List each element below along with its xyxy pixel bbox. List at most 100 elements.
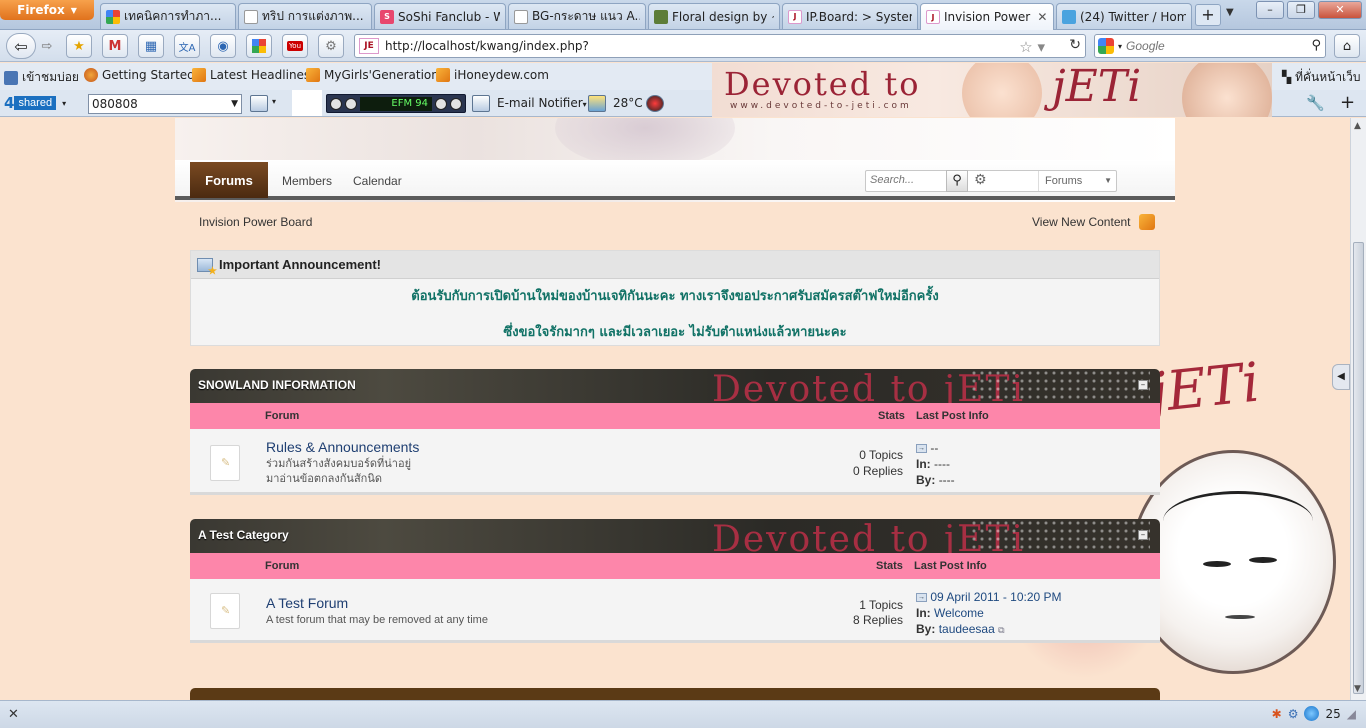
view-new-content-link[interactable]: View New Content	[1032, 215, 1131, 229]
radio-player[interactable]: EFM 94	[326, 94, 466, 113]
radio-stop-icon[interactable]	[450, 97, 462, 110]
bookmarks-menu[interactable]: ▚ ที่คั่นหน้าเว็บ	[1282, 68, 1361, 87]
search-bar[interactable]: ▾ ⚲	[1094, 34, 1326, 58]
tab-8[interactable]: (24) Twitter / Home	[1056, 3, 1192, 29]
bookmark-item-mygirls[interactable]: MyGirls'Generation	[306, 68, 439, 82]
bookmark-item-most-visited[interactable]: เข้าชมบ่อย	[4, 68, 79, 87]
tab-2[interactable]: ทริป การแต่งภาพ...	[238, 3, 372, 29]
reload-icon[interactable]: ↻	[1069, 37, 1081, 53]
tab-6[interactable]: J IP.Board: > System...	[782, 3, 918, 29]
settings-button[interactable]: ⚙	[318, 34, 344, 58]
last-post-by-link[interactable]: taudeesaa	[939, 622, 995, 636]
last-post-title[interactable]: → --	[916, 441, 938, 455]
weather-icon[interactable]	[588, 95, 606, 112]
last-post-in-link[interactable]: Welcome	[934, 606, 984, 620]
add-toolbar-icon[interactable]: +	[1340, 92, 1355, 113]
settings-gear-icon[interactable]: ⚙	[1288, 707, 1299, 721]
bookmark-page-star-icon[interactable]: ☆ ▾	[1019, 38, 1045, 56]
tab-7-active[interactable]: J Invision Power ... ✕	[920, 3, 1054, 30]
announcement-title[interactable]: Important Announcement!	[219, 257, 381, 272]
list-all-tabs-icon[interactable]: ▼	[1226, 7, 1234, 18]
collapse-icon[interactable]: –	[1138, 380, 1148, 390]
close-window-icon[interactable]: ✕	[1318, 1, 1362, 19]
forward-button[interactable]: ⇨	[36, 34, 58, 58]
search-options-gear-icon[interactable]: ⚙	[974, 172, 987, 188]
last-post-link[interactable]: --	[930, 441, 938, 455]
addon-button-1[interactable]: ▦	[138, 34, 164, 58]
go-arrow-icon[interactable]	[250, 95, 268, 112]
collapse-icon[interactable]: –	[1138, 530, 1148, 540]
search-scope-select[interactable]: Forums ▼	[1038, 171, 1118, 191]
last-post-title[interactable]: → 09 April 2011 - 10:20 PM	[916, 590, 1062, 604]
maximize-icon[interactable]: ❐	[1287, 1, 1315, 19]
tab-members[interactable]: Members	[282, 174, 332, 188]
search-icon[interactable]: ⚲	[1311, 38, 1321, 53]
jeti-icon: J	[788, 9, 802, 24]
sidebar-toggle-icon[interactable]: ◀	[1332, 364, 1350, 390]
go-to-last-post-icon[interactable]: →	[916, 593, 927, 603]
toolbar-input[interactable]: 080808 ▼	[88, 94, 242, 114]
home-button[interactable]: ⌂	[1334, 34, 1360, 58]
close-addon-bar-icon[interactable]: ✕	[8, 707, 19, 722]
notification-ball-icon[interactable]	[1304, 706, 1320, 721]
profile-card-icon[interactable]: ⧉	[998, 625, 1004, 635]
radio-play-icon[interactable]	[345, 97, 357, 110]
bookmark-item-getting-started[interactable]: Getting Started	[84, 68, 195, 82]
chevron-down-icon[interactable]: ▼	[231, 95, 238, 113]
last-post-link[interactable]: 09 April 2011 - 10:20 PM	[930, 590, 1061, 604]
firebug-icon[interactable]: ✱	[1272, 707, 1282, 721]
rss-icon[interactable]	[1139, 214, 1155, 230]
youtube-button[interactable]: You	[282, 34, 308, 58]
tab-4[interactable]: BG-กระดาษ แนว A...	[508, 3, 646, 29]
youtube-icon: You	[286, 41, 304, 51]
minimize-icon[interactable]: –	[1256, 1, 1284, 19]
email-icon[interactable]	[472, 95, 490, 112]
category-title[interactable]: A Test Category	[198, 528, 289, 542]
bookmark-star-button[interactable]: ★	[66, 34, 92, 58]
wrench-icon[interactable]: 🔧	[1306, 94, 1325, 112]
radio-prev-icon[interactable]	[330, 97, 342, 110]
radio-station-display[interactable]: EFM 94	[360, 96, 432, 111]
chevron-down-icon[interactable]: ▾	[272, 97, 276, 106]
forum-title-link[interactable]: Rules & Announcements	[266, 439, 419, 455]
close-tab-icon[interactable]: ✕	[1037, 10, 1048, 24]
google-toolbar-button[interactable]	[246, 34, 272, 58]
record-icon[interactable]	[646, 95, 664, 112]
new-tab-button[interactable]: +	[1195, 4, 1221, 26]
forum-title-link[interactable]: A Test Forum	[266, 595, 348, 611]
category-title[interactable]: SNOWLAND INFORMATION	[198, 378, 356, 392]
translate-button[interactable]: 文A	[174, 34, 200, 58]
firefox-menu-button[interactable]: Firefox ▼	[0, 0, 94, 20]
rss-icon	[436, 68, 450, 82]
tab-5[interactable]: Floral design by ~...	[648, 3, 780, 29]
screenshot-button[interactable]: ◉	[210, 34, 236, 58]
search-button[interactable]: ⚲	[946, 170, 968, 192]
email-notifier[interactable]: E-mail Notifier▾	[497, 96, 587, 110]
url-bar[interactable]: JE http://localhost/kwang/index.php? ☆ ▾…	[354, 34, 1086, 58]
bookmark-item-latest-headlines[interactable]: Latest Headlines	[192, 68, 310, 82]
gmail-button[interactable]: M	[102, 34, 128, 58]
scrollbar-thumb[interactable]	[1353, 242, 1364, 694]
search-input[interactable]	[1126, 39, 1297, 53]
go-to-last-post-icon[interactable]: →	[916, 444, 927, 454]
last-post-in-label: In:	[916, 606, 931, 620]
scroll-up-icon[interactable]: ▲	[1354, 121, 1361, 131]
volume-icon[interactable]	[435, 97, 447, 110]
breadcrumb[interactable]: Invision Power Board	[199, 215, 312, 229]
tab-forums[interactable]: Forums	[190, 162, 268, 198]
tab-1[interactable]: เทคนิคการทำภา...	[100, 3, 236, 29]
chevron-down-icon[interactable]: ▾	[1118, 42, 1122, 51]
page-scrollbar[interactable]: ▲ ▼	[1350, 118, 1366, 700]
notification-count[interactable]: 25	[1325, 707, 1340, 721]
chevron-down-icon[interactable]: ▾	[62, 99, 66, 108]
tab-calendar[interactable]: Calendar	[353, 174, 402, 188]
4shared-logo[interactable]: 4 shared ▾	[4, 94, 66, 112]
weather-temperature[interactable]: 28°C	[613, 96, 643, 110]
tab-3[interactable]: S SoShi Fanclub - W...	[374, 3, 506, 29]
tab-label: (24) Twitter / Home	[1080, 9, 1186, 24]
chevron-down-icon: ▼	[1104, 176, 1112, 185]
back-button[interactable]: ⇦	[6, 33, 36, 59]
scroll-down-icon[interactable]: ▼	[1354, 684, 1361, 694]
portrait-eye	[1203, 561, 1231, 567]
bookmark-item-ihoneydew[interactable]: iHoneydew.com	[436, 68, 549, 82]
